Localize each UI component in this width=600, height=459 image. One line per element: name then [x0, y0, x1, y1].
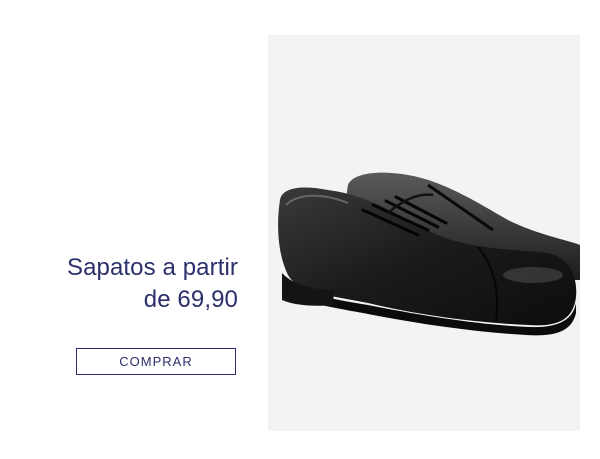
promo-banner: Sapatos a partir de 69,90 COMPRAR — [0, 0, 600, 459]
product-photo[interactable] — [268, 35, 580, 431]
shoes-photo-icon — [278, 172, 580, 336]
promo-headline: Sapatos a partir de 69,90 — [0, 252, 238, 316]
headline-line-2: de 69,90 — [143, 286, 238, 313]
headline-line-1: Sapatos a partir — [66, 254, 238, 281]
buy-button[interactable]: COMPRAR — [76, 348, 236, 375]
buy-button-label: COMPRAR — [119, 354, 193, 369]
